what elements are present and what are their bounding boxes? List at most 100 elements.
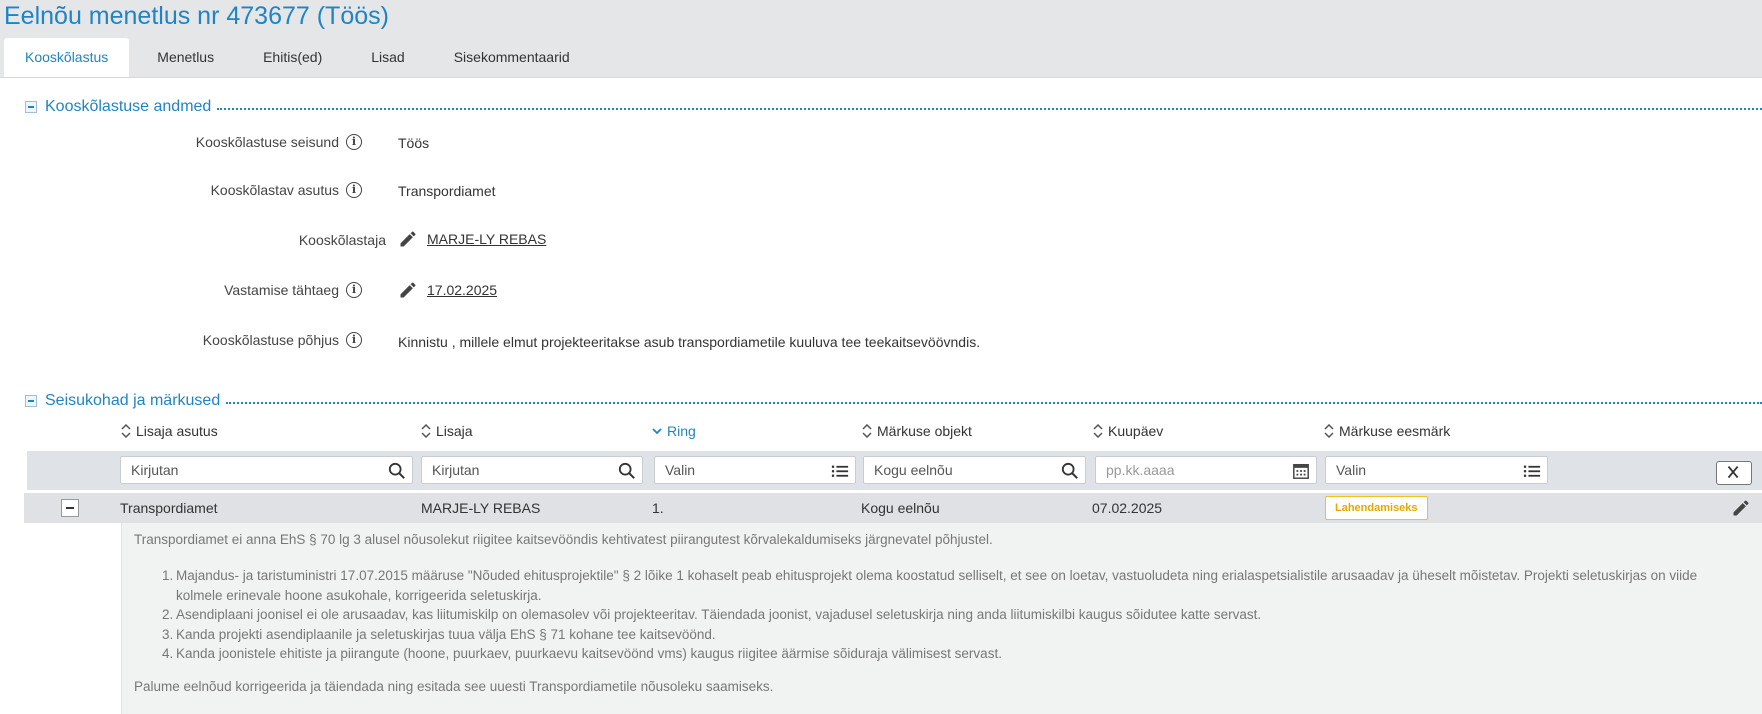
column-label: Ring [667,423,696,439]
column-label: Lisaja [436,423,473,439]
filter-placeholder: Kirjutan [432,462,480,478]
pencil-icon[interactable] [398,280,418,300]
collapse-section-button[interactable] [25,101,37,113]
filter-bar: Kirjutan Kirjutan Valin Kogu eelnõu pp.k… [27,451,1762,490]
sort-icon [421,424,431,438]
list-number: 1. [162,568,174,583]
section-title[interactable]: Seisukohad ja märkused [45,392,220,410]
field-label-pohjus: Kooskõlastuse põhjus i [203,332,362,348]
clear-filters-button[interactable] [1716,461,1752,485]
list-item: 3. Kanda projekti asendiplaanile ja selet… [134,625,1697,645]
collapse-row-button[interactable] [61,499,79,517]
filter-eesmark-select[interactable]: Valin [1325,456,1548,484]
filter-lisaja-input[interactable]: Kirjutan [421,456,643,484]
search-icon[interactable] [1061,462,1079,480]
close-icon [1727,465,1739,479]
sort-icon [1324,424,1334,438]
pencil-icon[interactable] [398,229,418,249]
comment-detail: Transpordiamet ei anna EhS § 70 lg 3 alu… [121,523,1762,714]
label-text: Kooskõlastaja [298,232,386,248]
filter-ring-select[interactable]: Valin [654,456,856,484]
list-number: 4. [162,646,174,661]
sort-icon [862,424,872,438]
label-text: Kooskõlastuse seisund [195,134,339,150]
tab-kooskolastus[interactable]: Kooskõlastus [4,38,130,77]
status-badge: Lahendamiseks [1325,496,1428,520]
field-label-kooskolastaja: Kooskõlastaja [299,232,386,248]
list-item-continuation: kolmele erinevale hoone asukohale, korri… [134,586,1697,606]
list-text: Kanda projekti asendiplaanile ja seletus… [176,626,716,642]
field-value-seisund: Töös [398,135,430,151]
page-header: Eelnõu menetlus nr 473677 (Töös) Kooskõl… [0,0,1762,78]
section-header-seisukohad: Seisukohad ja märkused [25,391,1762,411]
column-label: Lisaja asutus [136,423,218,439]
list-number: 2. [162,607,174,622]
list-item: 1. Majandus- ja taristuministri 17.07.201… [134,566,1697,586]
filter-lisaja-asutus-input[interactable]: Kirjutan [120,456,413,484]
section-divider [226,402,1762,404]
tab-menetlus[interactable]: Menetlus [136,38,235,77]
column-label: Märkuse objekt [877,423,972,439]
tab-lisad[interactable]: Lisad [350,38,425,77]
field-label-asutus: Kooskõlastav asutus i [211,182,362,198]
list-item: 2. Asendiplaani joonisel ei ole arusaadav… [134,605,1697,625]
list-text: Asendiplaani joonisel ei ole arusaadav, … [176,607,1262,622]
sort-icon [121,424,131,438]
cell-objekt: Kogu eelnõu [861,500,940,516]
sort-descending-icon [652,428,662,435]
list-icon[interactable] [831,462,849,480]
filter-placeholder: Kirjutan [131,462,179,478]
list-text: kolmele erinevale hoone asukohale, korri… [176,587,542,603]
filter-value: Kogu eelnõu [874,462,953,478]
section-divider [217,108,1762,110]
info-icon[interactable]: i [346,182,362,198]
field-value-pohjus: Kinnistu , millele elmut projekteeritaks… [398,334,981,350]
tab-sisekommentaarid[interactable]: Sisekommentaarid [433,38,591,77]
label-text: Kooskõlastav asutus [210,182,339,198]
comment-list: 1. Majandus- ja taristuministri 17.07.201… [134,566,1697,664]
list-number: 3. [162,626,174,642]
calendar-icon[interactable] [1292,462,1310,480]
field-value-asutus: Transpordiamet [398,183,496,199]
column-header-markuse-eesmark[interactable]: Märkuse eesmärk [1324,423,1450,439]
filter-objekt-input[interactable]: Kogu eelnõu [863,456,1086,484]
info-icon[interactable]: i [346,332,362,348]
cell-kuupaev: 07.02.2025 [1092,500,1163,516]
table-row[interactable]: Transpordiamet MARJE-LY REBAS 1. Kogu ee… [24,493,1762,523]
field-label-tahtaeg: Vastamise tähtaeg i [224,282,362,298]
search-icon[interactable] [388,462,406,480]
column-header-markuse-objekt[interactable]: Märkuse objekt [862,423,972,439]
field-value-tahtaeg: 17.02.2025 [398,280,497,300]
pencil-icon[interactable] [1731,498,1751,518]
kooskolastaja-link[interactable]: MARJE-LY REBAS [427,231,546,247]
section-title[interactable]: Kooskõlastuse andmed [45,98,211,116]
tahtaeg-link[interactable]: 17.02.2025 [427,282,497,298]
list-text: Majandus- ja taristuministri 17.07.2015 … [176,568,1698,583]
filter-placeholder: Valin [1336,462,1367,478]
cell-lisaja: MARJE-LY REBAS [421,500,541,516]
column-label: Kuupäev [1108,423,1164,439]
label-text: Vastamise tähtaeg [224,282,339,298]
column-header-ring[interactable]: Ring [652,423,696,439]
list-text: Kanda joonistele ehitiste ja piirangute … [176,646,1002,661]
filter-placeholder: pp.kk.aaaa [1106,462,1175,478]
column-header-lisaja-asutus[interactable]: Lisaja asutus [121,423,218,439]
list-item: 4. Kanda joonistele ehitiste ja piirangut… [134,644,1697,664]
section-header-kooskolastuse-andmed: Kooskõlastuse andmed [25,97,1762,117]
sort-icon [1093,424,1103,438]
cell-ring: 1. [652,500,664,516]
tab-bar: Kooskõlastus Menetlus Ehitis(ed) Lisad S… [4,38,598,77]
list-icon[interactable] [1523,462,1541,480]
filter-kuupaev-input[interactable]: pp.kk.aaaa [1095,456,1317,484]
comment-closing: Palume eelnõud korrigeerida ja täiendada… [134,679,774,694]
collapse-section-button[interactable] [25,395,37,407]
column-header-lisaja[interactable]: Lisaja [421,423,473,439]
filter-placeholder: Valin [665,462,696,478]
column-header-kuupaev[interactable]: Kuupäev [1093,423,1163,439]
info-icon[interactable]: i [346,134,362,150]
column-label: Märkuse eesmärk [1339,423,1451,439]
search-icon[interactable] [618,462,636,480]
tab-ehitised[interactable]: Ehitis(ed) [242,38,343,77]
label-text: Kooskõlastuse põhjus [202,332,339,348]
info-icon[interactable]: i [346,282,362,298]
